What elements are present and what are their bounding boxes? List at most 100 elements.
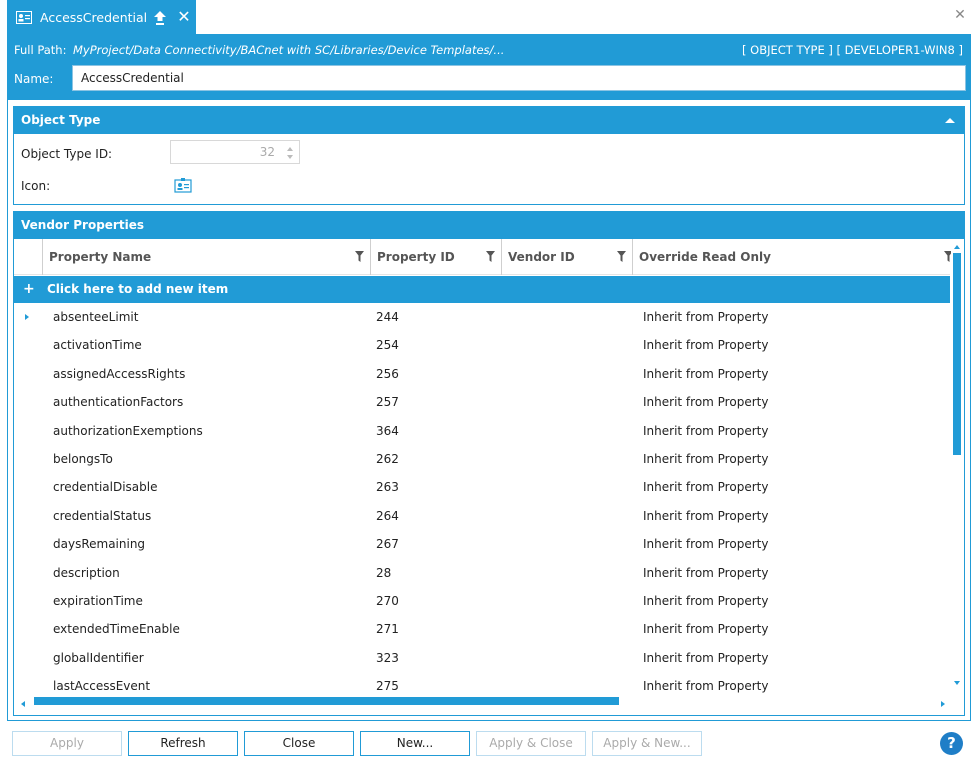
pin-up-arrow-icon[interactable]	[153, 10, 167, 26]
icon-label: Icon:	[21, 179, 51, 193]
table-row[interactable]: assignedAccessRights 256 Inherit from Prop…	[14, 360, 950, 388]
help-icon[interactable]: ?	[940, 732, 963, 755]
id-card-icon[interactable]	[174, 177, 192, 193]
table-row[interactable]: expirationTime 270 Inherit from Property	[14, 587, 950, 615]
cell-property-name[interactable]: assignedAccessRights	[53, 360, 185, 388]
scroll-down-icon[interactable]	[954, 681, 960, 685]
cell-override-read-only[interactable]: Inherit from Property	[643, 360, 768, 388]
table-row[interactable]: absenteeLimit 244 Inherit from Property	[14, 303, 950, 331]
name-input[interactable]	[72, 65, 966, 91]
vertical-scroll-thumb[interactable]	[953, 253, 961, 455]
horizontal-scrollbar[interactable]	[14, 697, 951, 713]
tab-access-credential[interactable]: AccessCredential ✕	[7, 0, 196, 34]
cell-property-id[interactable]: 364	[376, 417, 399, 445]
document-tab-strip: AccessCredential ✕ ✕	[0, 0, 975, 34]
vertical-scrollbar[interactable]	[951, 239, 964, 699]
close-button[interactable]: Close	[244, 731, 354, 756]
cell-property-name[interactable]: daysRemaining	[53, 530, 145, 558]
full-path-label: Full Path:	[14, 43, 67, 57]
object-type-id-value: 32	[259, 145, 275, 159]
table-row[interactable]: description 28 Inherit from Property	[14, 559, 950, 587]
cell-property-id[interactable]: 254	[376, 331, 399, 359]
column-header-label: Property ID	[377, 250, 455, 264]
object-type-id-stepper: 32	[170, 140, 300, 164]
apply-new-button[interactable]: Apply & New...	[592, 731, 702, 756]
filter-funnel-icon[interactable]	[355, 251, 364, 262]
cell-property-name[interactable]: expirationTime	[53, 587, 143, 615]
table-row[interactable]: daysRemaining 267 Inherit from Property	[14, 530, 950, 558]
cell-property-name[interactable]: credentialStatus	[53, 502, 151, 530]
filter-funnel-icon[interactable]	[486, 251, 495, 262]
editor-header: Full Path: MyProject/Data Connectivity/B…	[7, 34, 971, 100]
cell-override-read-only[interactable]: Inherit from Property	[643, 445, 768, 473]
scroll-left-icon[interactable]	[21, 701, 25, 707]
column-header-label: Property Name	[49, 250, 152, 264]
vendor-properties-section: Vendor Properties Property Name Property…	[13, 211, 965, 716]
cell-override-read-only[interactable]: Inherit from Property	[643, 303, 768, 331]
cell-property-name[interactable]: description	[53, 559, 120, 587]
cell-property-name[interactable]: extendedTimeEnable	[53, 615, 180, 643]
cell-override-read-only[interactable]: Inherit from Property	[643, 388, 768, 416]
cell-property-name[interactable]: credentialDisable	[53, 473, 158, 501]
table-row[interactable]: authenticationFactors 257 Inherit from Pro…	[14, 388, 950, 416]
column-header-label: Override Read Only	[639, 250, 771, 264]
collapse-up-icon[interactable]	[945, 118, 955, 123]
table-row[interactable]: globalIdentifier 323 Inherit from Property	[14, 644, 950, 672]
new-button[interactable]: New...	[360, 731, 470, 756]
apply-button[interactable]: Apply	[12, 731, 122, 756]
cell-override-read-only[interactable]: Inherit from Property	[643, 331, 768, 359]
window-close-icon[interactable]: ✕	[953, 8, 967, 22]
cell-property-id[interactable]: 28	[376, 559, 391, 587]
cell-property-id[interactable]: 267	[376, 530, 399, 558]
table-row[interactable]: activationTime 254 Inherit from Property	[14, 331, 950, 359]
object-type-title: Object Type	[21, 113, 101, 127]
scroll-right-icon[interactable]	[941, 701, 945, 707]
apply-close-button[interactable]: Apply & Close	[476, 731, 586, 756]
cell-property-id[interactable]: 263	[376, 473, 399, 501]
cell-override-read-only[interactable]: Inherit from Property	[643, 587, 768, 615]
cell-property-name[interactable]: activationTime	[53, 331, 142, 359]
cell-property-id[interactable]: 270	[376, 587, 399, 615]
spin-down-icon	[287, 155, 293, 159]
cell-override-read-only[interactable]: Inherit from Property	[643, 417, 768, 445]
table-row[interactable]: authorizationExemptions 364 Inherit from P…	[14, 417, 950, 445]
cell-override-read-only[interactable]: Inherit from Property	[643, 559, 768, 587]
scroll-up-icon[interactable]	[954, 245, 960, 249]
refresh-button[interactable]: Refresh	[128, 731, 238, 756]
table-row[interactable]: credentialStatus 264 Inherit from Property	[14, 502, 950, 530]
column-header-property-name[interactable]: Property Name	[42, 239, 370, 275]
cell-property-name[interactable]: authenticationFactors	[53, 388, 183, 416]
grid-header: Property Name Property ID Vendor ID Over…	[14, 239, 953, 275]
cell-override-read-only[interactable]: Inherit from Property	[643, 530, 768, 558]
cell-property-id[interactable]: 244	[376, 303, 399, 331]
cell-override-read-only[interactable]: Inherit from Property	[643, 615, 768, 643]
table-row[interactable]: belongsTo 262 Inherit from Property	[14, 445, 950, 473]
cell-property-id[interactable]: 262	[376, 445, 399, 473]
vendor-properties-header: Vendor Properties	[14, 212, 964, 239]
add-new-item-row[interactable]: + Click here to add new item	[14, 276, 950, 303]
cell-property-id[interactable]: 257	[376, 388, 399, 416]
object-type-header[interactable]: Object Type	[14, 107, 964, 134]
column-header-override-read-only[interactable]: Override Read Only	[632, 239, 953, 275]
current-row-triangle-icon	[25, 314, 29, 320]
cell-property-name[interactable]: globalIdentifier	[53, 644, 144, 672]
cell-property-id[interactable]: 256	[376, 360, 399, 388]
cell-property-name[interactable]: absenteeLimit	[53, 303, 138, 331]
cell-override-read-only[interactable]: Inherit from Property	[643, 644, 768, 672]
tab-close-icon[interactable]: ✕	[176, 9, 192, 25]
cell-override-read-only[interactable]: Inherit from Property	[643, 502, 768, 530]
table-row[interactable]: extendedTimeEnable 271 Inherit from Proper…	[14, 615, 950, 643]
id-card-icon	[16, 10, 32, 24]
filter-funnel-icon[interactable]	[617, 251, 626, 262]
table-row[interactable]: credentialDisable 263 Inherit from Propert…	[14, 473, 950, 501]
cell-property-id[interactable]: 264	[376, 502, 399, 530]
object-type-badge: [ OBJECT TYPE ] [ DEVELOPER1-WIN8 ]	[742, 43, 963, 57]
cell-property-id[interactable]: 323	[376, 644, 399, 672]
column-header-property-id[interactable]: Property ID	[370, 239, 501, 275]
cell-property-name[interactable]: authorizationExemptions	[53, 417, 203, 445]
horizontal-scroll-thumb[interactable]	[34, 697, 619, 705]
column-header-vendor-id[interactable]: Vendor ID	[501, 239, 632, 275]
cell-override-read-only[interactable]: Inherit from Property	[643, 473, 768, 501]
cell-property-id[interactable]: 271	[376, 615, 399, 643]
cell-property-name[interactable]: belongsTo	[53, 445, 113, 473]
